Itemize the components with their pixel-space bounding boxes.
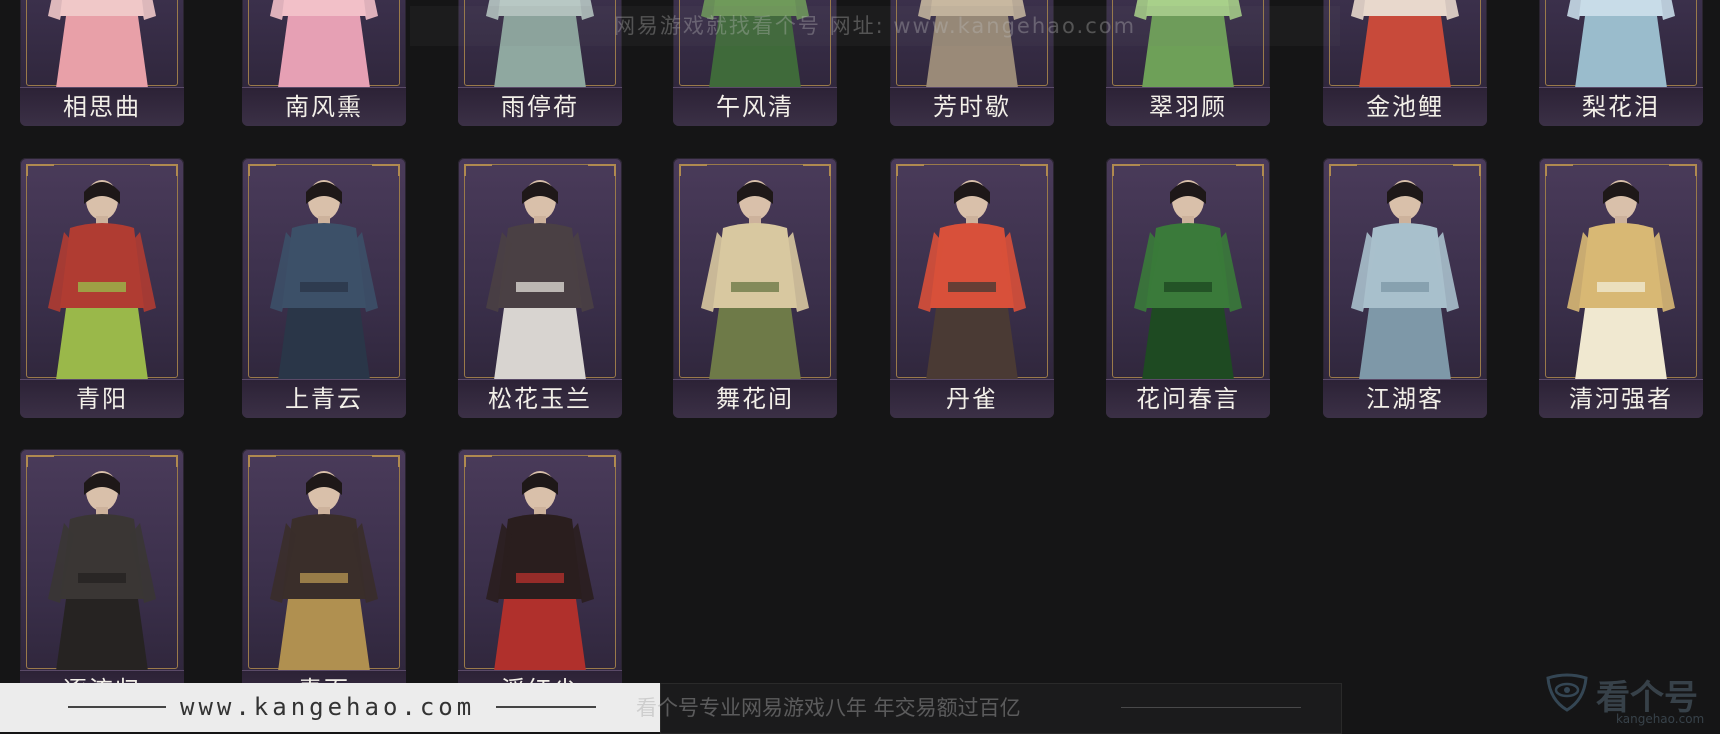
- outfit-card[interactable]: 南风熏: [242, 0, 406, 126]
- outfit-card[interactable]: 舞花间: [673, 158, 837, 418]
- character-figure: [486, 471, 594, 671]
- brand-logo: 看个号 kangehao.com: [1540, 662, 1720, 732]
- footer-slogan: 看个号专业网易游戏八年 年交易额过百亿: [636, 696, 1021, 720]
- character-figure: [48, 471, 156, 671]
- character-figure: [48, 0, 156, 88]
- outfit-name: 翠羽顾: [1106, 87, 1270, 126]
- character-figure: [918, 180, 1026, 380]
- outfit-card[interactable]: 金池鲤: [1323, 0, 1487, 126]
- outfit-card[interactable]: 逐流归: [20, 449, 184, 709]
- footer-left-rule: [68, 706, 166, 708]
- character-figure: [1567, 0, 1675, 88]
- character-figure: [1351, 180, 1459, 380]
- character-figure: [1134, 180, 1242, 380]
- outfit-card[interactable]: 青阳: [20, 158, 184, 418]
- footer-right-rule: [496, 706, 596, 708]
- footer-ornament: [1121, 707, 1301, 708]
- outfit-name: 花问春言: [1106, 379, 1270, 418]
- outfit-card[interactable]: 松花玉兰: [458, 158, 622, 418]
- character-figure: [1351, 0, 1459, 88]
- outfit-name: 芳时歇: [890, 87, 1054, 126]
- outfit-card[interactable]: 花问春言: [1106, 158, 1270, 418]
- outfit-card[interactable]: 相思曲: [20, 0, 184, 126]
- outfit-card[interactable]: 丹雀: [890, 158, 1054, 418]
- character-figure: [48, 180, 156, 380]
- outfit-card[interactable]: 浮红尘: [458, 449, 622, 709]
- outfit-card[interactable]: 青面: [242, 449, 406, 709]
- character-figure: [486, 180, 594, 380]
- outfit-name: 松花玉兰: [458, 379, 622, 418]
- outfit-name: 金池鲤: [1323, 87, 1487, 126]
- outfit-card[interactable]: 清河强者: [1539, 158, 1703, 418]
- character-figure: [701, 180, 809, 380]
- brand-domain: kangehao.com: [1616, 712, 1705, 726]
- outfit-name: 梨花泪: [1539, 87, 1703, 126]
- outfit-card[interactable]: 梨花泪: [1539, 0, 1703, 126]
- footer-url-banner: www.kangehao.com: [0, 683, 660, 732]
- outfit-card[interactable]: 上青云: [242, 158, 406, 418]
- outfit-name: 雨停荷: [458, 87, 622, 126]
- outfit-name: 南风熏: [242, 87, 406, 126]
- outfit-name: 清河强者: [1539, 379, 1703, 418]
- outfit-name: 相思曲: [20, 87, 184, 126]
- outfit-name: 江湖客: [1323, 379, 1487, 418]
- outfit-name: 青阳: [20, 379, 184, 418]
- top-watermark: 网易游戏就找看个号 网址: www.kangehao.com: [410, 6, 1340, 46]
- character-figure: [270, 471, 378, 671]
- outfit-name: 丹雀: [890, 379, 1054, 418]
- outfit-name: 上青云: [242, 379, 406, 418]
- outfit-name: 午风清: [673, 87, 837, 126]
- outfit-card[interactable]: 江湖客: [1323, 158, 1487, 418]
- footer-slogan-banner: 看个号专业网易游戏八年 年交易额过百亿: [636, 683, 1342, 734]
- outfit-name: 舞花间: [673, 379, 837, 418]
- outfit-grid: 相思曲 南风熏 雨停荷 午风清 芳时歇 翠羽顾 金池鲤 梨花泪青阳 上青云 松花玉兰 舞花间 丹雀 花问…: [0, 0, 1720, 732]
- footer-url: www.kangehao.com: [180, 693, 476, 721]
- character-figure: [270, 0, 378, 88]
- character-figure: [1567, 180, 1675, 380]
- eye-shield-icon: [1546, 673, 1588, 712]
- character-figure: [270, 180, 378, 380]
